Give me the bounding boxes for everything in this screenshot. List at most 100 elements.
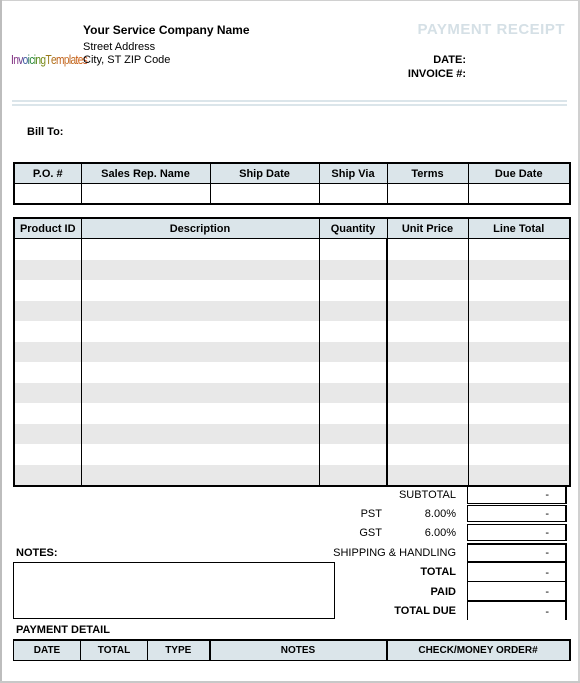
column-header-terms: Terms	[386, 162, 469, 184]
date-label: DATE:	[433, 54, 466, 66]
company-name: Your Service Company Name	[83, 23, 250, 37]
terms-cell[interactable]	[386, 183, 469, 204]
description-cell[interactable]	[80, 341, 320, 362]
paid-value[interactable]: -	[467, 581, 567, 601]
unit-price-cell[interactable]	[386, 300, 469, 321]
total-due-value[interactable]: -	[467, 600, 567, 620]
column-header-product-id: Product ID	[13, 217, 82, 239]
product-id-cell[interactable]	[13, 321, 82, 342]
gst-rate[interactable]: 6.00%	[425, 527, 456, 539]
description-cell[interactable]	[80, 238, 320, 260]
quantity-cell[interactable]	[318, 382, 388, 403]
unit-price-cell[interactable]	[386, 341, 469, 362]
product-id-cell[interactable]	[13, 259, 82, 280]
column-header-sales-rep: Sales Rep. Name	[80, 162, 211, 184]
line-total-cell[interactable]	[467, 464, 571, 486]
line-total-cell[interactable]	[467, 382, 571, 403]
product-id-cell[interactable]	[13, 423, 82, 444]
line-items-header-row: Product ID Description Quantity Unit Pri…	[13, 217, 571, 239]
company-logo: InvoicingTemplates	[11, 52, 88, 67]
ship-date-cell[interactable]	[209, 183, 320, 204]
sales-rep-cell[interactable]	[80, 183, 211, 204]
subtotal-label: SUBTOTAL	[398, 489, 456, 501]
unit-price-cell[interactable]	[386, 403, 469, 424]
product-id-cell[interactable]	[13, 464, 82, 486]
description-cell[interactable]	[80, 321, 320, 342]
product-id-cell[interactable]	[13, 362, 82, 383]
line-item-row	[13, 423, 571, 444]
paid-label: PAID	[430, 586, 456, 598]
description-cell[interactable]	[80, 280, 320, 301]
document-title: PAYMENT RECEIPT	[417, 21, 565, 38]
product-id-cell[interactable]	[13, 403, 82, 424]
description-cell[interactable]	[80, 464, 320, 486]
quantity-cell[interactable]	[318, 300, 388, 321]
product-id-cell[interactable]	[13, 280, 82, 301]
quantity-cell[interactable]	[318, 423, 388, 444]
unit-price-cell[interactable]	[386, 259, 469, 280]
quantity-cell[interactable]	[318, 238, 388, 260]
line-total-cell[interactable]	[467, 238, 571, 260]
line-item-row	[13, 300, 571, 321]
line-total-cell[interactable]	[467, 280, 571, 301]
unit-price-cell[interactable]	[386, 464, 469, 486]
unit-price-cell[interactable]	[386, 444, 469, 465]
column-header-payment-notes: NOTES	[208, 639, 387, 661]
line-total-cell[interactable]	[467, 403, 571, 424]
pst-value[interactable]: -	[467, 505, 567, 522]
product-id-cell[interactable]	[13, 300, 82, 321]
ship-via-cell[interactable]	[318, 183, 388, 204]
due-date-cell[interactable]	[467, 183, 571, 204]
shipping-handling-value[interactable]: -	[467, 543, 567, 562]
description-cell[interactable]	[80, 259, 320, 280]
unit-price-cell[interactable]	[386, 321, 469, 342]
line-total-cell[interactable]	[467, 341, 571, 362]
description-cell[interactable]	[80, 423, 320, 444]
quantity-cell[interactable]	[318, 259, 388, 280]
column-header-description: Description	[80, 217, 320, 239]
gst-value[interactable]: -	[467, 524, 567, 541]
pst-rate[interactable]: 8.00%	[425, 508, 456, 520]
bill-to-label: Bill To:	[27, 126, 64, 138]
quantity-cell[interactable]	[318, 444, 388, 465]
description-cell[interactable]	[80, 300, 320, 321]
description-cell[interactable]	[80, 382, 320, 403]
description-cell[interactable]	[80, 444, 320, 465]
subtotal-value[interactable]: -	[467, 487, 567, 504]
line-total-cell[interactable]	[467, 444, 571, 465]
quantity-cell[interactable]	[318, 362, 388, 383]
page-edge-top	[0, 0, 580, 1]
payment-detail-header-row: DATE TOTAL TYPE NOTES CHECK/MONEY ORDER#	[13, 639, 570, 661]
quantity-cell[interactable]	[318, 321, 388, 342]
column-header-line-total: Line Total	[467, 217, 571, 239]
unit-price-cell[interactable]	[386, 382, 469, 403]
order-info-row	[13, 183, 571, 204]
line-total-cell[interactable]	[467, 300, 571, 321]
unit-price-cell[interactable]	[386, 362, 469, 383]
notes-box[interactable]	[13, 562, 335, 619]
quantity-cell[interactable]	[318, 280, 388, 301]
notes-label: NOTES:	[16, 547, 58, 559]
line-total-cell[interactable]	[467, 423, 571, 444]
product-id-cell[interactable]	[13, 238, 82, 260]
unit-price-cell[interactable]	[386, 238, 469, 260]
order-info-table: P.O. # Sales Rep. Name Ship Date Ship Vi…	[13, 162, 571, 205]
po-number-cell[interactable]	[13, 183, 82, 204]
line-total-cell[interactable]	[467, 362, 571, 383]
line-total-cell[interactable]	[467, 321, 571, 342]
unit-price-cell[interactable]	[386, 280, 469, 301]
description-cell[interactable]	[80, 362, 320, 383]
order-info-header-row: P.O. # Sales Rep. Name Ship Date Ship Vi…	[13, 162, 571, 184]
quantity-cell[interactable]	[318, 464, 388, 486]
unit-price-cell[interactable]	[386, 423, 469, 444]
line-items-table: Product ID Description Quantity Unit Pri…	[13, 217, 571, 487]
quantity-cell[interactable]	[318, 403, 388, 424]
total-value[interactable]: -	[467, 562, 567, 582]
column-header-due-date: Due Date	[467, 162, 571, 184]
product-id-cell[interactable]	[13, 382, 82, 403]
quantity-cell[interactable]	[318, 341, 388, 362]
product-id-cell[interactable]	[13, 341, 82, 362]
description-cell[interactable]	[80, 403, 320, 424]
product-id-cell[interactable]	[13, 444, 82, 465]
line-total-cell[interactable]	[467, 259, 571, 280]
